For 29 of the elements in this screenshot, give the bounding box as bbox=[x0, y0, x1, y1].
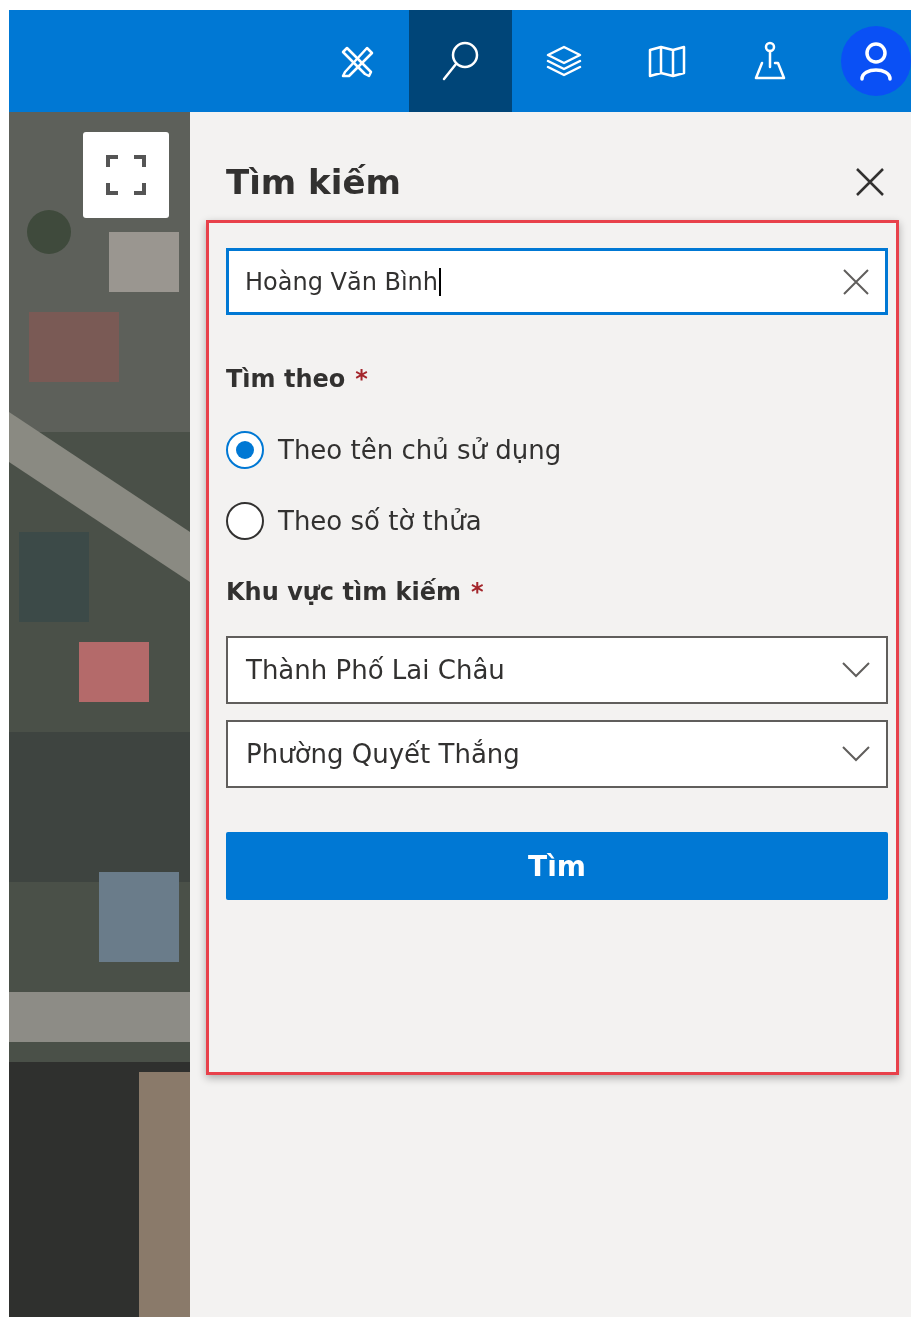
field-label: Tìm theo bbox=[226, 365, 346, 393]
search-value: Hoàng Văn Bình bbox=[245, 267, 442, 296]
required-asterisk: * bbox=[355, 365, 368, 393]
radio-button[interactable] bbox=[226, 431, 264, 469]
fullscreen-icon bbox=[106, 155, 146, 195]
layers-icon bbox=[544, 44, 583, 78]
dropdown-value: Phường Quyết Thắng bbox=[246, 739, 520, 769]
search-submit-button[interactable]: Tìm bbox=[226, 832, 888, 900]
dropdown[interactable]: Phường Quyết Thắng bbox=[226, 720, 888, 788]
clear-icon[interactable] bbox=[843, 268, 869, 295]
radio-option[interactable]: Theo tên chủ sử dụng bbox=[226, 431, 888, 469]
person-icon bbox=[858, 41, 894, 81]
search-button[interactable] bbox=[409, 10, 512, 112]
fullscreen-button[interactable] bbox=[83, 132, 169, 218]
required-asterisk: * bbox=[471, 578, 484, 606]
search-field[interactable]: Hoàng Văn Bình bbox=[226, 248, 888, 315]
option-label: Theo tên chủ sử dụng bbox=[278, 435, 562, 465]
radio-option[interactable]: Theo số tờ thửa bbox=[226, 502, 888, 540]
close-icon bbox=[855, 167, 885, 197]
option-label: Theo số tờ thửa bbox=[278, 506, 482, 536]
chevron-down-icon bbox=[842, 662, 870, 678]
chevron-down-icon bbox=[842, 746, 870, 762]
map-icon bbox=[646, 44, 687, 78]
dropdown-value: Thành Phố Lai Châu bbox=[246, 655, 505, 685]
panel-title: Tìm kiếm bbox=[226, 162, 401, 202]
search-icon bbox=[440, 39, 481, 83]
field-label: Khu vực tìm kiếm bbox=[226, 578, 461, 606]
radio-button[interactable] bbox=[226, 502, 264, 540]
dropdown[interactable]: Thành Phố Lai Châu bbox=[226, 636, 888, 704]
